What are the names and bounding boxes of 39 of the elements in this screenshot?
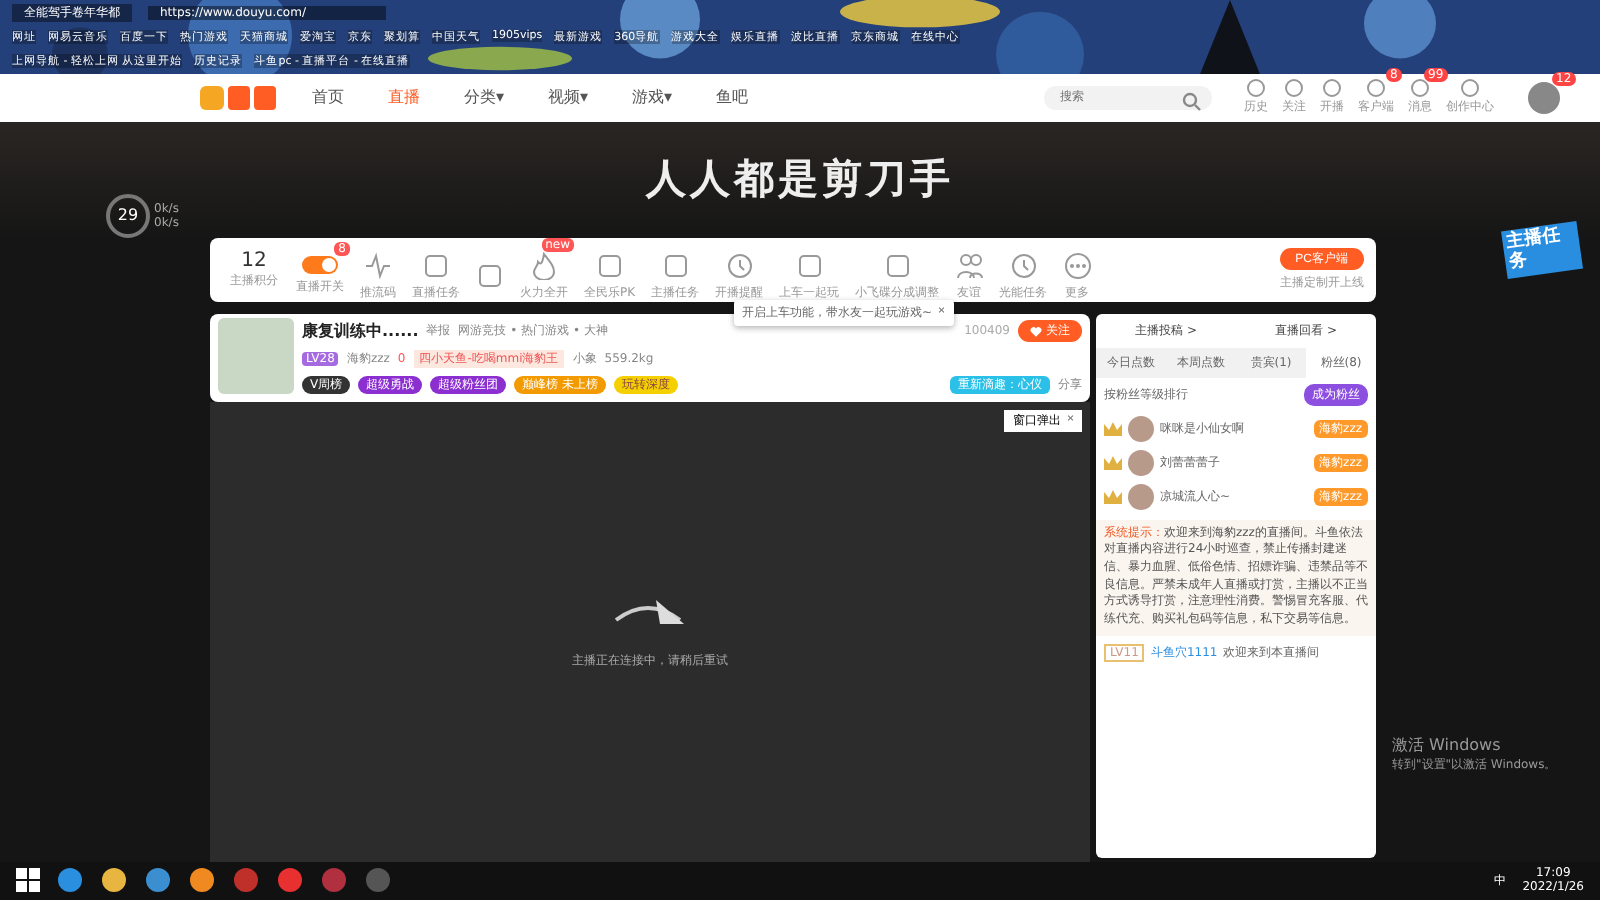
circle-icon (1460, 78, 1480, 99)
nav-link[interactable]: 游戏▾ (632, 86, 673, 109)
heart-icon (1030, 325, 1042, 338)
app-icon[interactable] (56, 866, 84, 895)
search-icon[interactable] (1182, 91, 1202, 112)
task-badge[interactable]: 主播任务 (1501, 219, 1583, 278)
circle-icon (1284, 78, 1304, 99)
more-icon (1063, 251, 1092, 279)
app-icon[interactable] (100, 866, 128, 895)
nav-link[interactable]: 分类▾ (464, 86, 505, 109)
windows-icon[interactable] (16, 868, 40, 893)
crown-icon (1104, 455, 1122, 469)
circle-icon (1322, 78, 1342, 99)
user-avatar (1128, 483, 1154, 509)
app-icon[interactable] (144, 866, 172, 895)
toggle-switch[interactable] (302, 256, 338, 274)
gauge-icon (1009, 251, 1038, 279)
user-avatar[interactable] (1528, 81, 1560, 114)
banner-title: 人人都是剪刀手 (646, 152, 954, 206)
nav-link[interactable]: 首页 (312, 86, 344, 109)
nav-link[interactable]: 鱼吧 (716, 86, 749, 109)
wave-icon (364, 251, 392, 279)
alarm-icon (725, 251, 754, 279)
app-icon[interactable] (188, 866, 216, 895)
people-icon (955, 251, 984, 279)
crown-icon (1104, 489, 1122, 503)
app-icon[interactable] (276, 866, 304, 895)
score-value: 12 (241, 249, 267, 271)
user-avatar (1128, 449, 1154, 475)
activation-title: 激活 Windows (1392, 733, 1503, 755)
flame-icon (530, 251, 558, 279)
nav-link[interactable]: 视频▾ (548, 86, 589, 109)
user-avatar (1128, 415, 1154, 441)
circle-icon (1246, 78, 1266, 99)
logo-icon[interactable] (200, 81, 280, 114)
room-title: 康复训练中...... (302, 320, 419, 343)
circle-icon (1410, 78, 1430, 99)
circle-icon (1366, 78, 1386, 99)
crown-icon (1104, 421, 1122, 435)
